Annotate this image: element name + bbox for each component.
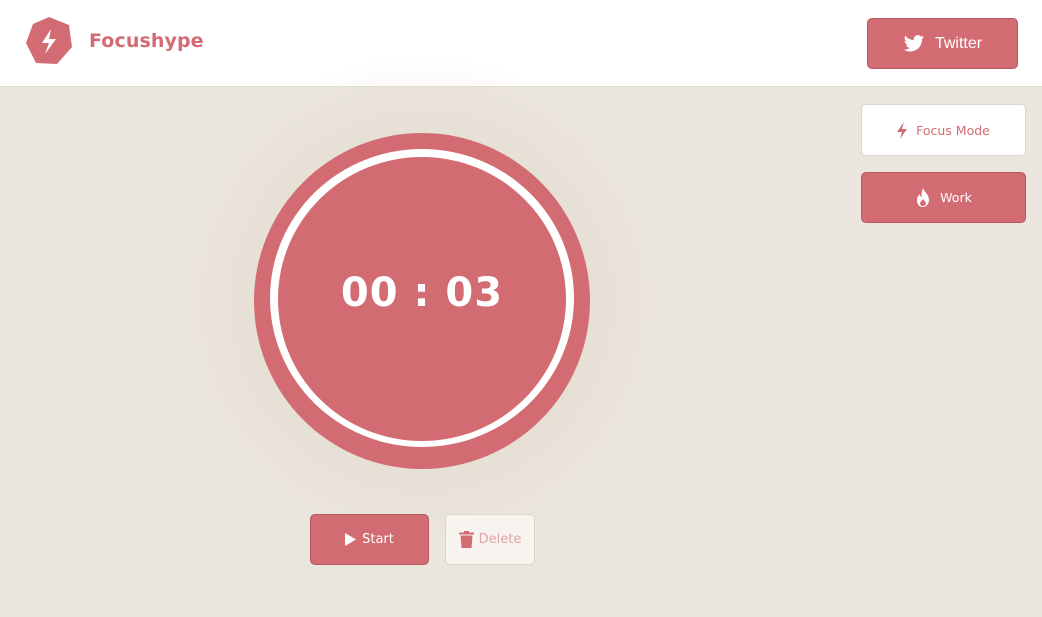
bolt-icon [897, 121, 908, 139]
mode-panel [845, 88, 1042, 617]
twitter-label: Twitter [934, 34, 983, 52]
timer-display: 00 : 03 [340, 270, 504, 316]
start-label: Start [362, 532, 394, 547]
logo-bolt-icon [26, 17, 72, 64]
trash-icon [458, 531, 474, 548]
work-mode-button[interactable]: Work [861, 172, 1026, 223]
twitter-button[interactable]: Twitter [867, 18, 1018, 69]
flame-icon [917, 188, 930, 207]
delete-label: Delete [478, 532, 522, 547]
brand-name: Focushype [89, 30, 204, 52]
delete-button[interactable]: Delete [445, 514, 535, 565]
focus-mode-label: Focus Mode [916, 122, 990, 138]
play-icon [345, 533, 357, 546]
twitter-icon [903, 34, 924, 51]
start-button[interactable]: Start [310, 514, 429, 565]
work-mode-label: Work [940, 190, 972, 205]
focus-mode-button[interactable]: Focus Mode [861, 104, 1026, 156]
